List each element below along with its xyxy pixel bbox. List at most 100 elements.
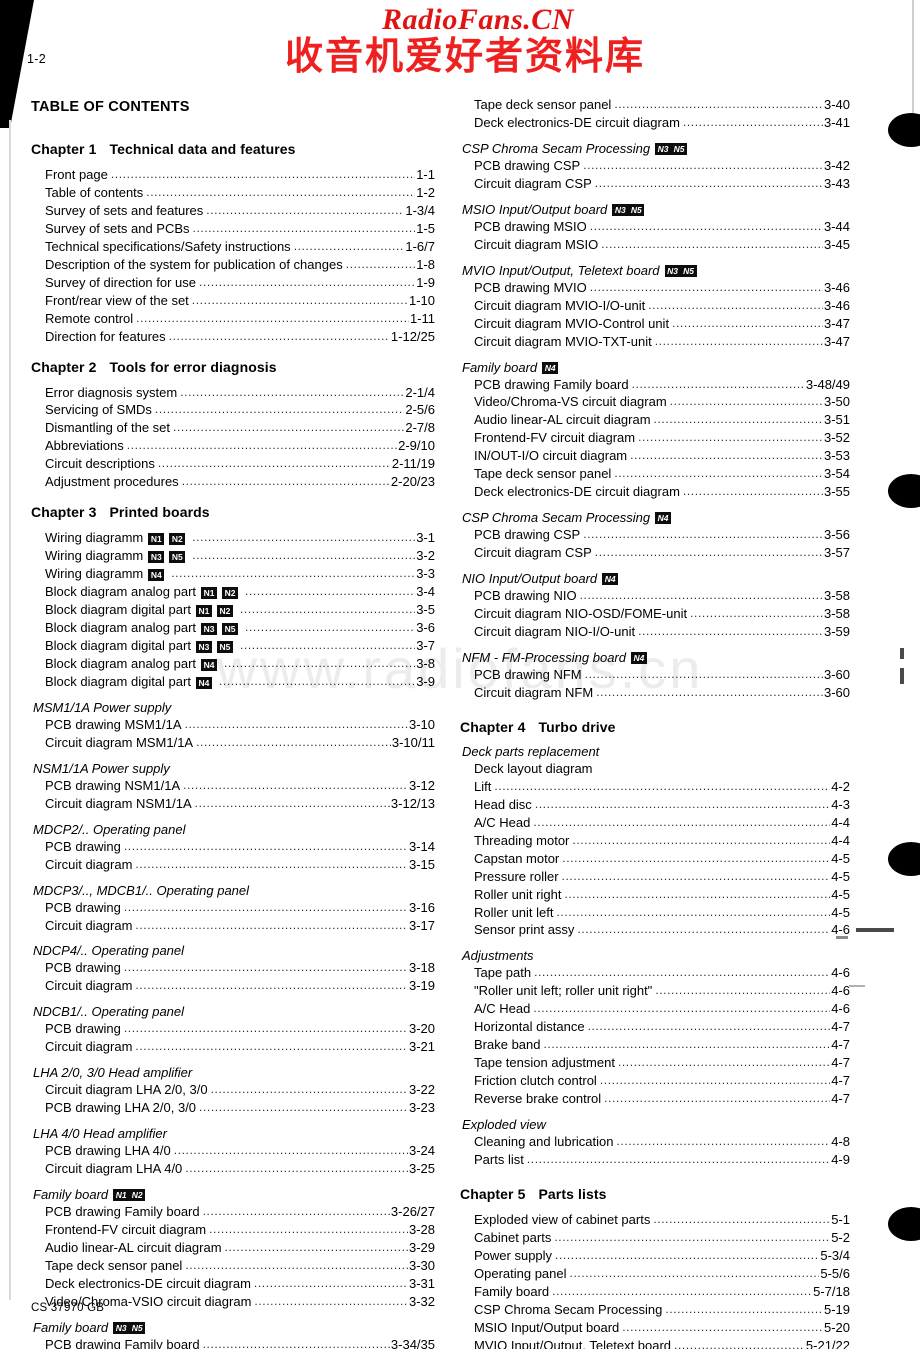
toc-entry[interactable]: Threading motor.........................…	[474, 832, 850, 850]
toc-entry[interactable]: PCB drawing Family board................…	[474, 376, 850, 394]
toc-entry[interactable]: Circuit diagram MSM1/1A.................…	[45, 734, 435, 752]
toc-entry[interactable]: Survey of direction for use.............…	[45, 274, 435, 292]
toc-entry[interactable]: Audio linear-AL circuit diagram.........…	[474, 411, 850, 429]
toc-entry[interactable]: PCB drawing LHA 2/0, 3/0................…	[45, 1099, 435, 1117]
chapter-heading[interactable]: Chapter 2 Tools for error diagnosis	[31, 359, 435, 375]
toc-entry[interactable]: Cleaning and lubrication................…	[474, 1133, 850, 1151]
toc-entry[interactable]: Circuit diagram LHA 2/0, 3/0............…	[45, 1081, 435, 1099]
toc-entry[interactable]: Circuit diagram LHA 4/0.................…	[45, 1160, 435, 1178]
toc-entry[interactable]: Front page..............................…	[45, 166, 435, 184]
toc-entry[interactable]: PCB drawing CSP.........................…	[474, 157, 850, 175]
toc-entry[interactable]: Survey of sets and features.............…	[45, 202, 435, 220]
toc-entry[interactable]: PCB drawing.............................…	[45, 1020, 435, 1038]
toc-entry[interactable]: IN/OUT-I/O circuit diagram..............…	[474, 447, 850, 465]
toc-entry[interactable]: Video/Chroma-VSIO circuit diagram.......…	[45, 1293, 435, 1311]
toc-entry[interactable]: Head disc...............................…	[474, 796, 850, 814]
toc-entry[interactable]: Brake band..............................…	[474, 1036, 850, 1054]
toc-entry[interactable]: Description of the system for publicatio…	[45, 256, 435, 274]
toc-entry[interactable]: Video/Chroma-VS circuit diagram.........…	[474, 393, 850, 411]
toc-entry[interactable]: Frontend-FV circuit diagram.............…	[474, 429, 850, 447]
toc-entry[interactable]: Block diagram analog part N1 N2...........…	[45, 583, 435, 601]
toc-entry[interactable]: Roller unit right.......................…	[474, 886, 850, 904]
toc-entry[interactable]: PCB drawing.............................…	[45, 838, 435, 856]
toc-entry[interactable]: Lift....................................…	[474, 778, 850, 796]
toc-entry[interactable]: Deck electronics-DE circuit diagram.....…	[474, 114, 850, 132]
toc-entry[interactable]: Block diagram analog part N3 N5...........…	[45, 619, 435, 637]
toc-entry[interactable]: PCB drawing NSM1/1A.....................…	[45, 777, 435, 795]
toc-entry[interactable]: Circuit diagram MSIO....................…	[474, 236, 850, 254]
toc-entry[interactable]: Front/rear view of the set..............…	[45, 292, 435, 310]
toc-entry[interactable]: Circuit descriptions....................…	[45, 455, 435, 473]
toc-entry[interactable]: Circuit diagram.........................…	[45, 1038, 435, 1056]
toc-entry[interactable]: Technical specifications/Safety instruct…	[45, 238, 435, 256]
chapter-heading[interactable]: Chapter 4 Turbo drive	[460, 719, 850, 735]
toc-entry[interactable]: Circuit diagram NFM.....................…	[474, 684, 850, 702]
toc-entry[interactable]: Circuit diagram NIO-OSD/FOME-unit.......…	[474, 605, 850, 623]
toc-entry[interactable]: PCB drawing.............................…	[45, 959, 435, 977]
toc-entry[interactable]: Circuit diagram NIO-I/O-unit............…	[474, 623, 850, 641]
toc-entry[interactable]: Audio linear-AL circuit diagram.........…	[45, 1239, 435, 1257]
toc-entry[interactable]: Table of contents.......................…	[45, 184, 435, 202]
toc-entry[interactable]: Roller unit left........................…	[474, 904, 850, 922]
toc-entry[interactable]: Exploded view of cabinet parts..........…	[474, 1211, 850, 1229]
chapter-heading[interactable]: Chapter 3 Printed boards	[31, 504, 435, 520]
toc-entry[interactable]: PCB drawing MSM1/1A.....................…	[45, 716, 435, 734]
toc-entry[interactable]: PCB drawing Family board................…	[45, 1336, 435, 1349]
toc-entry[interactable]: Direction for features..................…	[45, 328, 435, 346]
toc-entry[interactable]: Circuit diagram MVIO-Control unit.......…	[474, 315, 850, 333]
toc-entry[interactable]: Horizontal distance.....................…	[474, 1018, 850, 1036]
toc-entry[interactable]: Sensor print assy.......................…	[474, 921, 850, 939]
toc-entry[interactable]: Deck layout diagram.....................…	[474, 760, 850, 778]
toc-entry[interactable]: Tape path...............................…	[474, 964, 850, 982]
toc-entry[interactable]: Power supply............................…	[474, 1247, 850, 1265]
toc-entry[interactable]: Deck electronics-DE circuit diagram.....…	[45, 1275, 435, 1293]
toc-entry[interactable]: PCB drawing MSIO........................…	[474, 218, 850, 236]
toc-entry[interactable]: Block diagram digital part N4............…	[45, 673, 435, 691]
toc-entry[interactable]: Frontend-FV circuit diagram.............…	[45, 1221, 435, 1239]
toc-entry[interactable]: Tape deck sensor panel..................…	[474, 96, 850, 114]
toc-entry[interactable]: Wiring diagramm N4.......................…	[45, 565, 435, 583]
toc-entry[interactable]: Family board............................…	[474, 1283, 850, 1301]
toc-entry[interactable]: Dismantling of the set..................…	[45, 419, 435, 437]
toc-entry[interactable]: Tape deck sensor panel..................…	[474, 465, 850, 483]
toc-entry[interactable]: Tape deck sensor panel..................…	[45, 1257, 435, 1275]
toc-entry[interactable]: Block diagram digital part N3 N5..........…	[45, 637, 435, 655]
toc-entry[interactable]: Circuit diagram.........................…	[45, 977, 435, 995]
toc-entry[interactable]: Error diagnosis system..................…	[45, 384, 435, 402]
toc-entry[interactable]: PCB drawing Family board................…	[45, 1203, 435, 1221]
toc-entry[interactable]: Wiring diagramm N3 N5.....................…	[45, 547, 435, 565]
toc-entry[interactable]: Circuit diagram CSP.....................…	[474, 544, 850, 562]
toc-entry[interactable]: CSP Chroma Secam Processing.............…	[474, 1301, 850, 1319]
toc-entry[interactable]: A/C Head................................…	[474, 814, 850, 832]
toc-entry[interactable]: PCB drawing.............................…	[45, 899, 435, 917]
toc-entry[interactable]: Block diagram digital part N1 N2..........…	[45, 601, 435, 619]
toc-entry[interactable]: Circuit diagram.........................…	[45, 917, 435, 935]
toc-entry[interactable]: PCB drawing LHA 4/0.....................…	[45, 1142, 435, 1160]
toc-entry[interactable]: Adjustment procedures...................…	[45, 473, 435, 491]
toc-entry[interactable]: Wiring diagramm N1 N2.....................…	[45, 529, 435, 547]
toc-entry[interactable]: Circuit diagram CSP.....................…	[474, 175, 850, 193]
toc-entry[interactable]: PCB drawing CSP.........................…	[474, 526, 850, 544]
toc-entry[interactable]: Operating panel.........................…	[474, 1265, 850, 1283]
toc-entry[interactable]: Tape tension adjustment.................…	[474, 1054, 850, 1072]
toc-entry[interactable]: Capstan motor...........................…	[474, 850, 850, 868]
toc-entry[interactable]: Pressure roller.........................…	[474, 868, 850, 886]
toc-entry[interactable]: Abbreviations...........................…	[45, 437, 435, 455]
toc-entry[interactable]: Remote control..........................…	[45, 310, 435, 328]
chapter-heading[interactable]: Chapter 5 Parts lists	[460, 1186, 850, 1202]
toc-entry[interactable]: MVIO Input/Output, Teletext board.......…	[474, 1337, 850, 1349]
toc-entry[interactable]: Deck electronics-DE circuit diagram.....…	[474, 483, 850, 501]
toc-entry[interactable]: Circuit diagram MVIO-TXT-unit...........…	[474, 333, 850, 351]
toc-entry[interactable]: Circuit diagram NSM1/1A.................…	[45, 795, 435, 813]
toc-entry[interactable]: "Roller unit left; roller unit right"...…	[474, 982, 850, 1000]
toc-entry[interactable]: MSIO Input/Output board.................…	[474, 1319, 850, 1337]
toc-entry[interactable]: Cabinet parts...........................…	[474, 1229, 850, 1247]
toc-entry[interactable]: Circuit diagram.........................…	[45, 856, 435, 874]
toc-entry[interactable]: Circuit diagram MVIO-I/O-unit...........…	[474, 297, 850, 315]
chapter-heading[interactable]: Chapter 1 Technical data and features	[31, 141, 435, 157]
toc-entry[interactable]: Friction clutch control.................…	[474, 1072, 850, 1090]
toc-entry[interactable]: Reverse brake control...................…	[474, 1090, 850, 1108]
toc-entry[interactable]: A/C Head................................…	[474, 1000, 850, 1018]
toc-entry[interactable]: PCB drawing MVIO........................…	[474, 279, 850, 297]
toc-entry[interactable]: Servicing of SMDs.......................…	[45, 401, 435, 419]
